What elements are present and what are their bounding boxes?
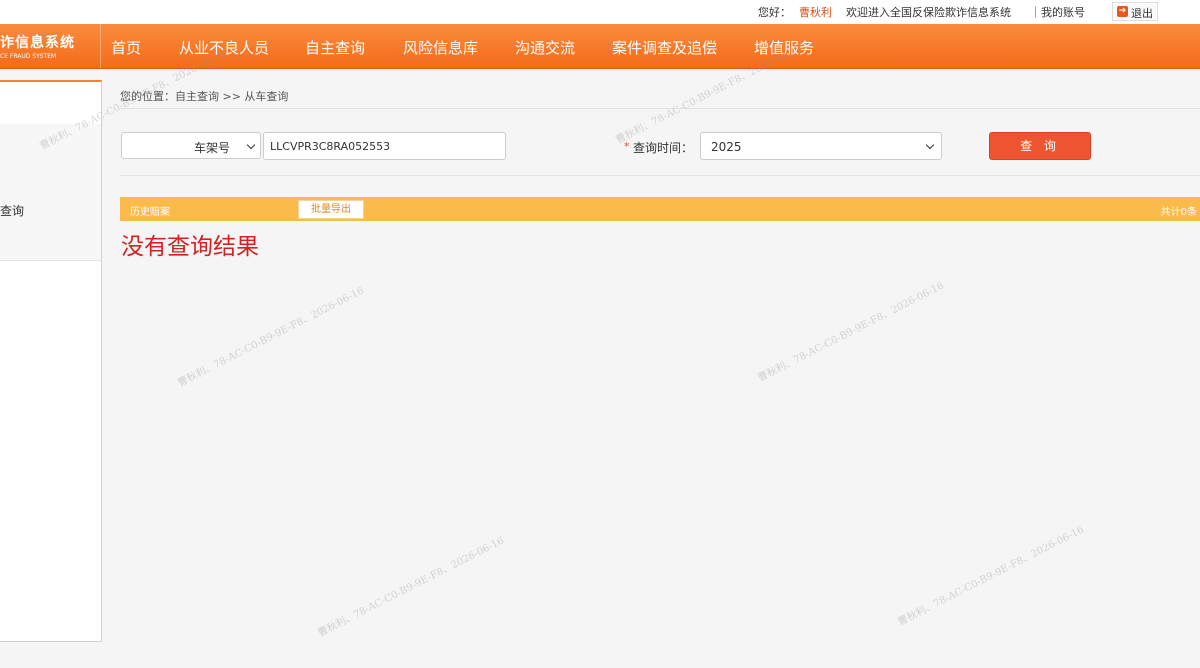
no-results-message: 没有查询结果: [121, 234, 259, 260]
system-logo[interactable]: 诈信息系统 CE FRAUD SYSTEM: [0, 24, 101, 68]
sidebar-item[interactable]: [0, 124, 101, 159]
sidebar-item-label: 查询: [0, 204, 25, 218]
year-select[interactable]: 2025: [700, 132, 942, 160]
nav-item-self-query[interactable]: 自主查询: [305, 37, 365, 58]
watermark: 曹秋利、78-AC-C0-B9-9E-F8、2026-06-16: [896, 524, 1086, 629]
welcome-text: 欢迎进入全国反保险欺诈信息系统: [846, 6, 1011, 19]
query-time-label: 查询时间：: [633, 141, 694, 155]
vin-input[interactable]: [263, 132, 506, 160]
logout-button[interactable]: ➜ 退出: [1112, 2, 1158, 21]
id-type-value: 车架号: [193, 141, 230, 155]
greeting-text: 您好：: [758, 6, 791, 19]
chevron-down-icon: [925, 140, 935, 150]
logout-icon: ➜: [1117, 6, 1128, 17]
nav-item-risk-database[interactable]: 风险信息库: [403, 37, 478, 58]
divider: [120, 108, 1200, 109]
batch-export-button[interactable]: 批量导出: [298, 200, 364, 219]
top-bar: 您好： 曹秋利 欢迎进入全国反保险欺诈信息系统 ｜我的账号 ➜ 退出: [0, 0, 1200, 24]
breadcrumb: 您的位置：自主查询 >> 从车查询: [120, 90, 289, 103]
divider: [120, 175, 1200, 176]
sidebar-item-query[interactable]: 查询: [0, 192, 101, 227]
id-type-select[interactable]: 车架号: [121, 132, 261, 159]
sidebar-item[interactable]: [0, 158, 101, 193]
results-count: 共计0条: [1160, 207, 1197, 218]
chevron-down-icon: [246, 140, 256, 150]
results-header-bar: 历史赔案 共计0条: [120, 197, 1200, 221]
logout-label: 退出: [1131, 7, 1153, 20]
watermark: 曹秋利、78-AC-C0-B9-9E-F8、2026-06-16: [316, 535, 506, 640]
main-nav: 诈信息系统 CE FRAUD SYSTEM 首页 从业不良人员 自主查询 风险信…: [0, 24, 1200, 69]
nav-item-home[interactable]: 首页: [111, 37, 141, 58]
watermark: 曹秋利、78-AC-C0-B9-9E-F8、2026-06-16: [756, 280, 946, 385]
watermark: 曹秋利、78-AC-C0-B9-9E-F8、2026-06-16: [176, 285, 366, 390]
nav-item-case-investigation[interactable]: 案件调查及追偿: [612, 37, 717, 58]
query-button[interactable]: 查 询: [989, 132, 1091, 160]
my-account-link[interactable]: ｜我的账号: [1030, 4, 1085, 20]
sidebar: 查询: [0, 80, 102, 642]
results-header-title: 历史赔案: [130, 207, 170, 218]
nav-item-value-added[interactable]: 增值服务: [754, 37, 814, 58]
username-link[interactable]: 曹秋利: [799, 4, 832, 20]
year-value: 2025: [711, 140, 742, 154]
logo-title-en: CE FRAUD SYSTEM: [0, 53, 57, 60]
sidebar-item[interactable]: [0, 226, 101, 261]
required-mark: *: [624, 140, 630, 153]
logo-title-cn: 诈信息系统: [0, 35, 75, 51]
nav-item-bad-practitioners[interactable]: 从业不良人员: [179, 37, 269, 58]
nav-item-communication[interactable]: 沟通交流: [515, 37, 575, 58]
